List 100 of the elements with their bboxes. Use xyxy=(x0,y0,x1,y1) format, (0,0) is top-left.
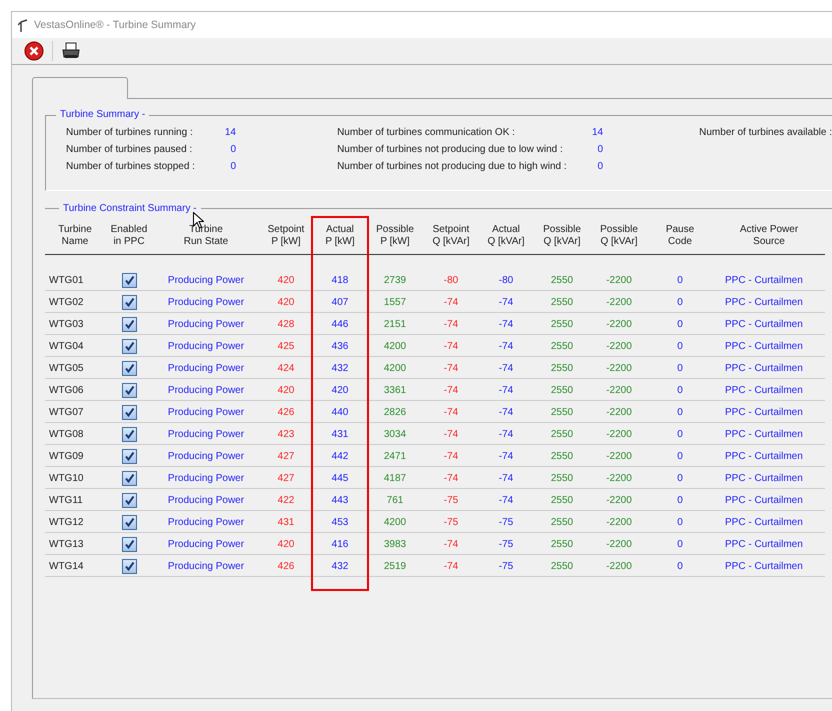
table-cell: 432 xyxy=(313,555,367,577)
table-cell: Producing Power xyxy=(153,401,259,423)
table-cell: -2200 xyxy=(591,269,647,291)
table-cell: 431 xyxy=(259,511,313,533)
table-cell: 0 xyxy=(647,379,713,401)
checkbox[interactable] xyxy=(122,426,136,442)
table-cell: -74 xyxy=(479,313,533,335)
column-header: Pause Code xyxy=(647,220,713,255)
table-cell: -75 xyxy=(479,511,533,533)
table-cell: 0 xyxy=(647,423,713,445)
checkbox[interactable] xyxy=(122,360,136,376)
column-header: Setpoint P [kW] xyxy=(259,220,313,255)
table-cell: Producing Power xyxy=(153,467,259,489)
table-cell: -2200 xyxy=(591,467,647,489)
table-cell: 424 xyxy=(259,357,313,379)
checkbox[interactable] xyxy=(122,294,136,310)
table-cell: -74 xyxy=(423,313,479,335)
table-cell: 2550 xyxy=(533,489,591,511)
table-cell: 4187 xyxy=(367,467,423,489)
table-cell: PPC - Curtailmen xyxy=(713,313,825,335)
checkbox[interactable] xyxy=(122,316,136,332)
checkbox[interactable] xyxy=(122,492,136,508)
table-cell: 0 xyxy=(647,445,713,467)
table-cell: PPC - Curtailmen xyxy=(713,335,825,357)
table-cell: 2550 xyxy=(533,357,591,379)
group-title: Turbine Constraint Summary - xyxy=(62,203,198,214)
table-cell: -2200 xyxy=(591,489,647,511)
table-cell: -2200 xyxy=(591,555,647,577)
table-cell: -74 xyxy=(479,489,533,511)
table-cell: -74 xyxy=(423,379,479,401)
table-cell: -74 xyxy=(423,445,479,467)
table-cell: Producing Power xyxy=(153,357,259,379)
table-cell: 2550 xyxy=(533,335,591,357)
summary-value: 0 xyxy=(596,161,604,174)
table-cell: 1557 xyxy=(367,291,423,313)
table-cell: -2200 xyxy=(591,445,647,467)
table-cell: 2826 xyxy=(367,401,423,423)
checkbox[interactable] xyxy=(122,404,136,420)
table-cell: WTG10 xyxy=(45,467,105,489)
column-header: Possible Q [kVAr] xyxy=(591,220,647,255)
table-cell: 3983 xyxy=(367,533,423,555)
table-cell: 420 xyxy=(259,269,313,291)
checkbox[interactable] xyxy=(122,470,136,486)
table-cell: WTG07 xyxy=(45,401,105,423)
table-cell: 443 xyxy=(313,489,367,511)
checkbox[interactable] xyxy=(122,272,136,288)
table-cell: -75 xyxy=(423,489,479,511)
checkbox[interactable] xyxy=(122,558,136,574)
table-cell: PPC - Curtailmen xyxy=(713,357,825,379)
table-cell: -75 xyxy=(423,511,479,533)
checkbox[interactable] xyxy=(122,448,136,464)
table-cell: Producing Power xyxy=(153,445,259,467)
table-cell: -80 xyxy=(479,269,533,291)
table-cell: 0 xyxy=(647,533,713,555)
summary-value: 0 xyxy=(229,144,236,157)
table-cell: -74 xyxy=(423,357,479,379)
table-cell: Producing Power xyxy=(153,489,259,511)
table-cell: WTG11 xyxy=(45,489,105,511)
table-cell: -74 xyxy=(479,401,533,423)
table-cell: 426 xyxy=(259,401,313,423)
column-header: Actual P [kW] xyxy=(313,220,367,255)
table-cell: WTG05 xyxy=(45,357,105,379)
table-cell: 0 xyxy=(647,313,713,335)
table-cell: WTG12 xyxy=(45,511,105,533)
table-cell: 425 xyxy=(259,335,313,357)
checkbox[interactable] xyxy=(122,338,136,354)
table-cell: -74 xyxy=(423,423,479,445)
printer-icon[interactable] xyxy=(61,41,81,61)
column-header: Possible Q [kVAr] xyxy=(533,220,591,255)
table-cell: -2200 xyxy=(591,335,647,357)
table-cell: 407 xyxy=(313,291,367,313)
table-cell: 2550 xyxy=(533,445,591,467)
table-cell: WTG03 xyxy=(45,313,105,335)
table-cell: 2519 xyxy=(367,555,423,577)
table-cell: Producing Power xyxy=(153,269,259,291)
table-cell: -80 xyxy=(423,269,479,291)
table-cell: 445 xyxy=(313,467,367,489)
table-cell: 416 xyxy=(313,533,367,555)
table-cell: 0 xyxy=(647,555,713,577)
table-cell: 2151 xyxy=(367,313,423,335)
table-cell: 0 xyxy=(647,489,713,511)
summary-value: 14 xyxy=(224,127,236,140)
table-cell: PPC - Curtailmen xyxy=(713,445,825,467)
table-cell: WTG06 xyxy=(45,379,105,401)
table-cell: 4200 xyxy=(367,357,423,379)
table-cell: 423 xyxy=(259,423,313,445)
summary-label: Number of turbines not producing due to high wind : xyxy=(337,161,568,174)
table-cell: -2200 xyxy=(591,357,647,379)
table-cell: 4200 xyxy=(367,335,423,357)
table-cell: 2550 xyxy=(533,533,591,555)
table-cell: 427 xyxy=(259,445,313,467)
summary-value: 14 xyxy=(590,127,604,140)
table-cell: 0 xyxy=(647,511,713,533)
table-cell: 418 xyxy=(313,269,367,291)
checkbox[interactable] xyxy=(122,536,136,552)
close-icon[interactable] xyxy=(24,41,44,61)
table-cell: 761 xyxy=(367,489,423,511)
table-cell: 2550 xyxy=(533,269,591,291)
checkbox[interactable] xyxy=(122,514,136,530)
checkbox[interactable] xyxy=(122,382,136,398)
